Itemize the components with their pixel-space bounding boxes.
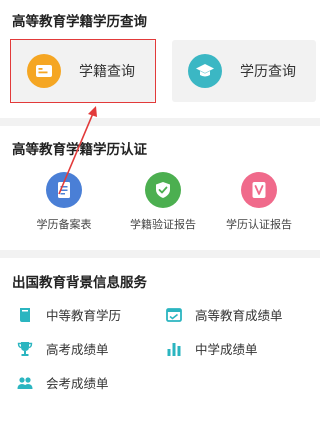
- service-item-label: 中学成绩单: [195, 342, 258, 357]
- xueli-query-label: 学历查询: [240, 64, 296, 80]
- trophy-icon: [16, 340, 34, 358]
- service-item-gaodeng-transcript[interactable]: 高等教育成绩单: [165, 305, 283, 324]
- cert-item-xueli-report[interactable]: 学历认证报告: [211, 172, 307, 232]
- xueli-query-card[interactable]: 学历查询: [172, 40, 316, 102]
- section-divider: [0, 118, 320, 126]
- service-item-label: 中等教育学历: [46, 308, 122, 323]
- shield-check-icon: [145, 172, 181, 208]
- services-section-title: 出国教育背景信息服务: [12, 275, 147, 291]
- service-item-gaokao[interactable]: 高考成绩单: [16, 339, 109, 358]
- book-icon: [16, 306, 34, 324]
- bar-chart-icon: [165, 340, 183, 358]
- people-icon: [16, 374, 34, 392]
- service-item-huikao[interactable]: 会考成绩单: [16, 373, 109, 392]
- section-divider: [0, 250, 320, 258]
- graduation-cap-icon: [188, 54, 222, 88]
- document-icon: [46, 172, 82, 208]
- highlight-box: [10, 39, 156, 103]
- report-card-icon: [165, 306, 183, 324]
- cert-item-label: 学籍验证报告: [130, 218, 196, 231]
- service-item-zhongdeng[interactable]: 中等教育学历: [16, 305, 121, 324]
- cert-item-beian[interactable]: 学历备案表: [16, 172, 112, 232]
- service-item-label: 会考成绩单: [46, 376, 109, 391]
- service-item-zhongxue-transcript[interactable]: 中学成绩单: [165, 339, 258, 358]
- query-section-title: 高等教育学籍学历查询: [12, 14, 147, 30]
- cert-item-xueji-report[interactable]: 学籍验证报告: [115, 172, 211, 232]
- cert-item-label: 学历备案表: [36, 218, 92, 231]
- service-item-label: 高等教育成绩单: [195, 308, 283, 323]
- service-item-label: 高考成绩单: [46, 342, 109, 357]
- cert-section-title: 高等教育学籍学历认证: [12, 142, 147, 158]
- cert-item-label: 学历认证报告: [226, 218, 292, 231]
- v-badge-icon: [241, 172, 277, 208]
